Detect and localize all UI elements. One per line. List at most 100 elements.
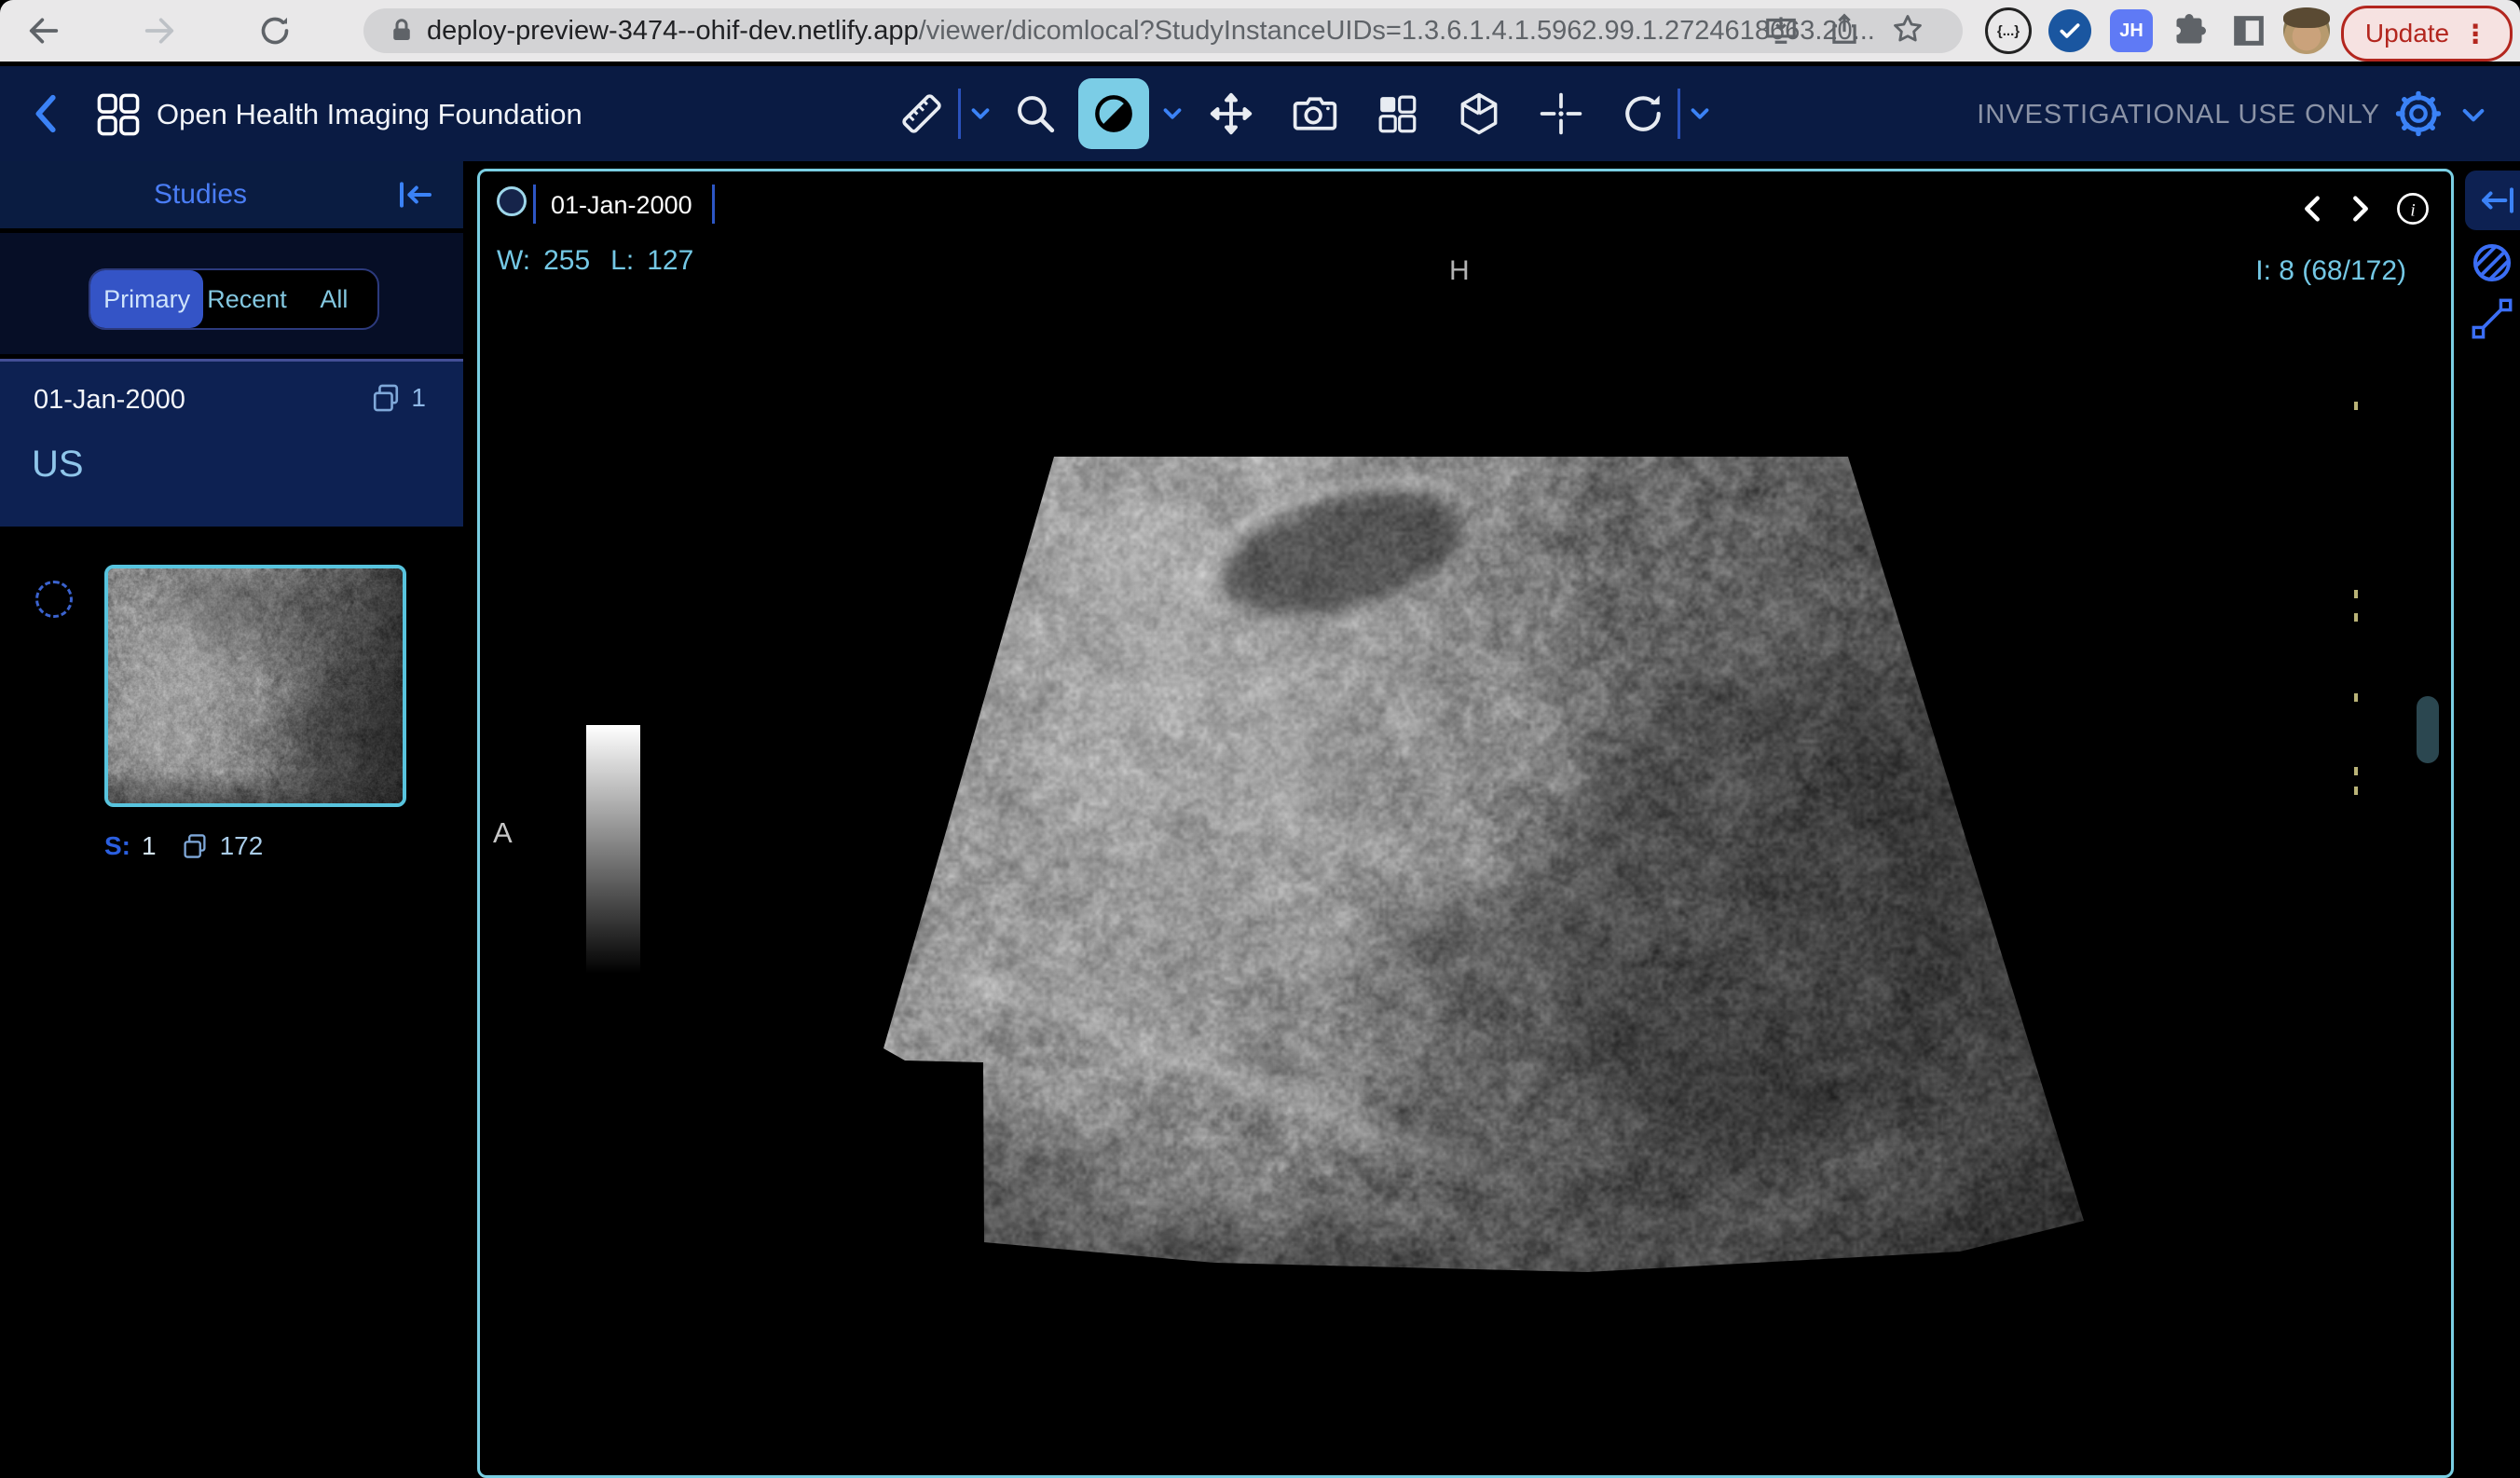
segmentation-panel-button[interactable] [2470, 240, 2514, 285]
series-number-label: S: [104, 831, 130, 861]
instances-stack-icon [181, 832, 209, 860]
study-date: 01-Jan-2000 [34, 385, 185, 416]
scale-tick [2354, 767, 2358, 775]
jh-extension-button[interactable]: JH [2108, 7, 2155, 54]
window-level-tool-button[interactable] [1078, 78, 1149, 149]
devtools-extension-button[interactable]: {...} [1985, 7, 2032, 54]
more-tools-dropdown-button[interactable] [1681, 85, 1719, 143]
collapse-left-icon [395, 176, 436, 213]
screen: deploy-preview-3474--ohif-dev.netlify.ap… [0, 0, 2520, 1478]
zoom-tool-button[interactable] [1007, 85, 1064, 143]
more-vertical-icon: ⋮ [2462, 19, 2488, 49]
tab-primary[interactable]: Primary [90, 270, 203, 328]
return-to-worklist-button[interactable] [26, 90, 69, 142]
toolbar-divider [958, 89, 961, 139]
back-arrow-icon [25, 12, 62, 49]
studies-tabs-zone: Primary Recent All [0, 233, 463, 354]
tab-recent[interactable]: Recent [203, 270, 290, 328]
avatar [2283, 7, 2330, 54]
browser-forward-button[interactable] [138, 9, 181, 52]
scale-tick [2354, 402, 2358, 410]
series-status-icon [35, 581, 73, 618]
viewport-scrollbar-thumb[interactable] [2417, 696, 2439, 763]
tab-window-button[interactable] [2226, 7, 2272, 54]
measure-line-icon [2470, 296, 2514, 341]
investigational-label: INVESTIGATIONAL USE ONLY [1977, 100, 2380, 130]
browser-toolbar: deploy-preview-3474--ohif-dev.netlify.ap… [0, 0, 2520, 62]
collapse-panel-button[interactable] [395, 176, 436, 218]
profile-button[interactable] [2283, 7, 2330, 54]
camera-icon [1291, 89, 1339, 138]
bookmark-button[interactable] [1890, 11, 1925, 51]
window-icon [2230, 12, 2267, 49]
viewport-status-icon [497, 186, 527, 216]
overlay-divider [533, 185, 536, 224]
scale-tick [2354, 613, 2358, 622]
reload-icon [256, 12, 294, 49]
chevron-down-icon [2458, 100, 2488, 130]
chrome-update-button[interactable]: Update ⋮ [2341, 6, 2513, 62]
jh-badge-icon: JH [2110, 9, 2153, 52]
cube-3d-icon [1455, 89, 1503, 138]
viewport-info-button[interactable]: i [2392, 188, 2433, 229]
pan-tool-button[interactable] [1202, 85, 1260, 143]
study-modality: US [32, 444, 84, 486]
check-extension-button[interactable] [2047, 7, 2093, 54]
crosshair-icon [1537, 89, 1585, 138]
chevron-right-icon [2347, 193, 2375, 225]
settings-dropdown-button[interactable] [2458, 100, 2488, 134]
crosshairs-button[interactable] [1532, 85, 1590, 143]
segmentation-icon [2470, 240, 2514, 285]
series-thumbnail[interactable] [104, 565, 406, 807]
browser-back-button[interactable] [22, 9, 65, 52]
mpr-3d-button[interactable] [1450, 85, 1508, 143]
app-header: Open Health Imaging Foundation [0, 66, 2520, 161]
share-button[interactable] [1827, 11, 1862, 51]
overlay-divider [712, 185, 715, 224]
measurement-tools-button[interactable] [893, 85, 951, 143]
measurement-dropdown-button[interactable] [962, 85, 999, 143]
study-list-item[interactable]: 01-Jan-2000 1 US [0, 359, 463, 527]
settings-button[interactable] [2393, 89, 2444, 144]
grayscale-reference-bar [586, 725, 640, 974]
layout-button[interactable] [1368, 85, 1426, 143]
study-series-count: 1 [370, 382, 426, 414]
orientation-marker-left: A [493, 816, 513, 850]
scale-tick [2354, 693, 2358, 702]
info-icon: i [2395, 191, 2431, 226]
toolbar-divider [1678, 89, 1680, 139]
pan-move-icon [1206, 89, 1256, 139]
check-circle-icon [2048, 9, 2091, 52]
expand-right-panel-button[interactable] [2465, 171, 2520, 230]
previous-series-button[interactable] [2292, 188, 2333, 229]
ultrasound-image[interactable] [881, 456, 2092, 1280]
image-viewport[interactable]: 01-Jan-2000 W:255 L:127 H A i I: 8 (68/1… [477, 169, 2454, 1478]
contrast-icon [1089, 89, 1138, 138]
puzzle-icon [2170, 11, 2209, 50]
scale-tick [2354, 590, 2358, 598]
capture-button[interactable] [1286, 85, 1344, 143]
series-stack-icon [370, 382, 402, 414]
measurements-panel-button[interactable] [2470, 296, 2514, 341]
next-series-button[interactable] [2340, 188, 2381, 229]
url-text: deploy-preview-3474--ohif-dev.netlify.ap… [427, 16, 1875, 47]
studies-panel-title: Studies [0, 179, 401, 211]
browser-reload-button[interactable] [253, 9, 296, 52]
chevron-down-icon [1158, 100, 1186, 128]
extensions-button[interactable] [2166, 7, 2212, 54]
instances-count: 172 [220, 831, 264, 861]
orientation-marker-top: H [1449, 255, 1470, 287]
layout-grid-icon [1374, 90, 1420, 137]
reset-view-button[interactable] [1614, 85, 1672, 143]
install-button[interactable] [1763, 11, 1799, 51]
rotate-reset-icon [1619, 89, 1667, 138]
window-level-dropdown-button[interactable] [1154, 85, 1191, 143]
install-page-icon [1763, 11, 1799, 47]
chevron-left-icon [2298, 193, 2326, 225]
tab-all[interactable]: All [291, 270, 377, 328]
viewport-study-date: 01-Jan-2000 [551, 191, 692, 220]
address-bar[interactable]: deploy-preview-3474--ohif-dev.netlify.ap… [363, 8, 1963, 53]
ruler-icon [897, 89, 946, 138]
gear-icon [2393, 89, 2444, 139]
code-braces-icon: {...} [1985, 7, 2032, 54]
